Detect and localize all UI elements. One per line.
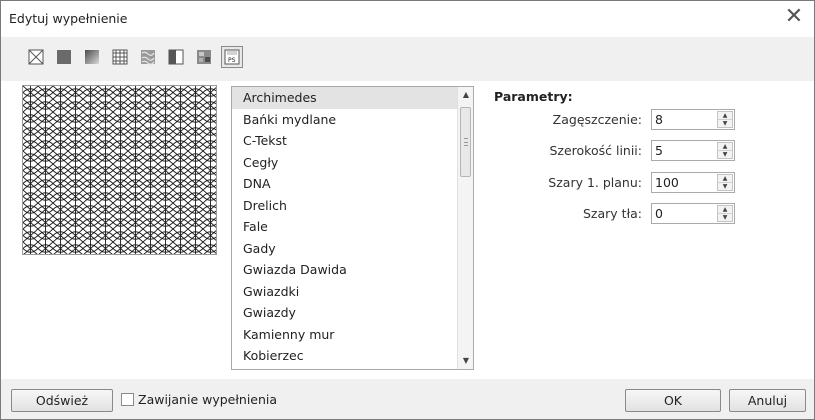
- param-row-line-width: Szerokość linii: 5 ▲ ▼: [494, 140, 794, 162]
- tool-no-fill[interactable]: [25, 46, 47, 68]
- list-item-gwiazdki[interactable]: Gwiazdki: [232, 281, 458, 303]
- param-row-foreground-gray: Szary 1. planu: 100 ▲ ▼: [494, 172, 794, 194]
- density-spin-buttons: ▲ ▼: [717, 111, 733, 128]
- list-item-gady[interactable]: Gady: [232, 238, 458, 260]
- title-bar: Edytuj wypełnienie ✕: [1, 1, 814, 37]
- refresh-button[interactable]: Odśwież: [11, 389, 113, 412]
- scrollbar-thumb[interactable]: [460, 107, 471, 177]
- uniform-fill-icon: [57, 50, 71, 64]
- density-spinbox[interactable]: 8 ▲ ▼: [651, 109, 735, 130]
- pattern-fill-icon: [112, 49, 128, 65]
- arrow-up-icon: ▲: [462, 90, 470, 99]
- background-gray-label: Szary tła:: [583, 206, 642, 221]
- foreground-gray-spin-buttons: ▲ ▼: [717, 174, 733, 191]
- spin-up-icon[interactable]: ▲: [718, 175, 732, 183]
- spin-down-icon[interactable]: ▼: [718, 214, 732, 222]
- foreground-gray-label: Szary 1. planu:: [548, 175, 642, 190]
- texture-fill-icon: [141, 50, 155, 65]
- tool-fountain-fill[interactable]: [81, 46, 103, 68]
- foreground-gray-spinbox[interactable]: 100 ▲ ▼: [651, 172, 735, 193]
- pattern-list[interactable]: Archimedes Bańki mydlane C-Tekst Cegły D…: [231, 86, 474, 370]
- line-width-spinbox[interactable]: 5 ▲ ▼: [651, 140, 735, 161]
- list-item-drelich[interactable]: Drelich: [232, 195, 458, 217]
- param-row-background-gray: Szary tła: 0 ▲ ▼: [494, 203, 794, 225]
- cancel-button[interactable]: Anuluj: [729, 389, 806, 412]
- tool-two-color-fill[interactable]: [165, 46, 187, 68]
- background-gray-value[interactable]: 0: [655, 206, 663, 221]
- spin-up-icon[interactable]: ▲: [718, 112, 732, 120]
- list-item-fale[interactable]: Fale: [232, 216, 458, 238]
- list-item-kobierzec[interactable]: Kobierzec: [232, 345, 458, 367]
- pattern-preview: [22, 85, 217, 255]
- scroll-up-button[interactable]: ▲: [458, 87, 473, 103]
- ok-button[interactable]: OK: [625, 389, 721, 412]
- tool-pattern-fill[interactable]: [109, 46, 131, 68]
- background-gray-spin-buttons: ▲ ▼: [717, 205, 733, 222]
- density-label: Zagęszczenie:: [552, 112, 642, 127]
- tool-bitmap-fill[interactable]: [193, 46, 215, 68]
- foreground-gray-value[interactable]: 100: [655, 175, 679, 190]
- list-item-gwiazdy[interactable]: Gwiazdy: [232, 302, 458, 324]
- wrap-fill-checkbox[interactable]: [121, 393, 134, 406]
- tool-uniform-fill[interactable]: [53, 46, 75, 68]
- svg-text:PS: PS: [228, 57, 236, 64]
- archimedes-pattern-preview: [23, 86, 216, 254]
- close-button[interactable]: ✕: [780, 4, 808, 32]
- spin-down-icon[interactable]: ▼: [718, 151, 732, 159]
- list-item-kamienny-mur[interactable]: Kamienny mur: [232, 324, 458, 346]
- param-row-density: Zagęszczenie: 8 ▲ ▼: [494, 109, 794, 131]
- fountain-fill-icon: [85, 50, 99, 64]
- list-item-gwiazda-dawida[interactable]: Gwiazda Dawida: [232, 259, 458, 281]
- no-fill-icon: [28, 49, 44, 65]
- two-color-fill-icon: [168, 49, 184, 65]
- postscript-fill-icon: PS: [224, 49, 240, 65]
- list-item-banki-mydlane[interactable]: Bańki mydlane: [232, 109, 458, 131]
- grip-icon: [464, 138, 468, 146]
- fill-editor-content: Archimedes Bańki mydlane C-Tekst Cegły D…: [1, 81, 814, 379]
- list-item-dna[interactable]: DNA: [232, 173, 458, 195]
- background-gray-spinbox[interactable]: 0 ▲ ▼: [651, 203, 735, 224]
- wrap-fill-label: Zawijanie wypełnienia: [138, 392, 278, 407]
- spin-down-icon[interactable]: ▼: [718, 120, 732, 128]
- list-item-c-tekst[interactable]: C-Tekst: [232, 130, 458, 152]
- tool-texture-fill[interactable]: [137, 46, 159, 68]
- tool-postscript-fill[interactable]: PS: [221, 46, 243, 68]
- edit-fill-dialog: Edytuj wypełnienie ✕ PS Archimedes Bańki…: [0, 0, 815, 420]
- close-icon: ✕: [784, 4, 804, 29]
- density-value[interactable]: 8: [655, 112, 663, 127]
- list-item-archimedes[interactable]: Archimedes: [232, 87, 458, 109]
- scroll-down-button[interactable]: ▼: [458, 353, 473, 369]
- line-width-label: Szerokość linii:: [549, 143, 642, 158]
- pattern-list-items: Archimedes Bańki mydlane C-Tekst Cegły D…: [232, 87, 458, 367]
- pattern-list-scrollbar[interactable]: ▲ ▼: [457, 87, 473, 369]
- line-width-spin-buttons: ▲ ▼: [717, 142, 733, 159]
- parameters-heading: Parametry:: [494, 89, 573, 104]
- bitmap-fill-icon: [197, 50, 211, 64]
- fill-type-toolbar: PS: [25, 43, 249, 71]
- list-item-cegly[interactable]: Cegły: [232, 152, 458, 174]
- line-width-value[interactable]: 5: [655, 143, 663, 158]
- spin-up-icon[interactable]: ▲: [718, 143, 732, 151]
- spin-up-icon[interactable]: ▲: [718, 206, 732, 214]
- spin-down-icon[interactable]: ▼: [718, 183, 732, 191]
- dialog-title: Edytuj wypełnienie: [9, 11, 128, 26]
- dialog-footer: Odśwież Zawijanie wypełnienia OK Anuluj: [1, 379, 814, 419]
- arrow-down-icon: ▼: [462, 356, 470, 365]
